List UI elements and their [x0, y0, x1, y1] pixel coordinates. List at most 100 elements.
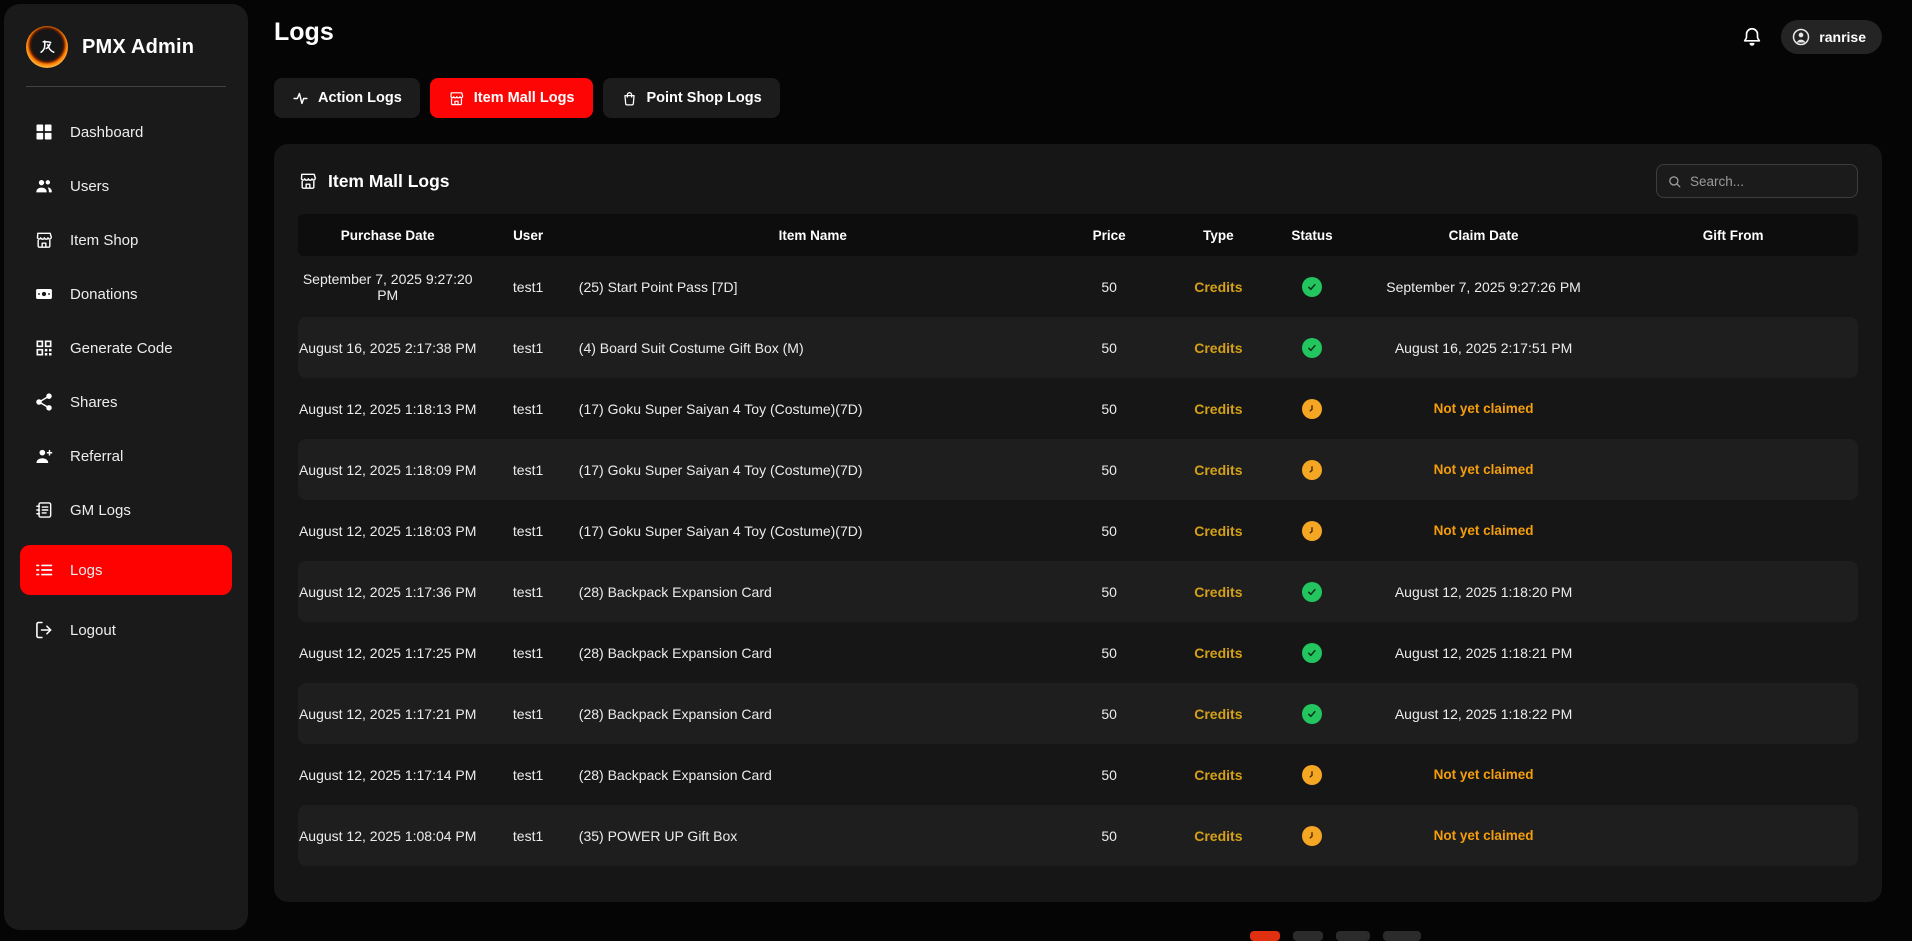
column-header-user: User	[477, 214, 578, 256]
tab-item-mall-logs[interactable]: Item Mall Logs	[430, 78, 593, 118]
cell-item-name: (28) Backpack Expansion Card	[579, 683, 1047, 744]
sidebar-item-generate-code[interactable]: Generate Code	[20, 329, 232, 367]
cell-purchase-date: August 12, 2025 1:18:09 PM	[298, 439, 477, 500]
cell-item-name: (17) Goku Super Saiyan 4 Toy (Costume)(7…	[579, 500, 1047, 561]
cell-purchase-date: September 7, 2025 9:27:20 PM	[298, 256, 477, 317]
notifications-bell-icon[interactable]	[1741, 26, 1763, 48]
share-icon	[34, 392, 54, 412]
sidebar-item-shares[interactable]: Shares	[20, 383, 232, 421]
panel-header: Item Mall Logs	[298, 164, 1858, 198]
table-row: August 12, 2025 1:17:25 PMtest1(28) Back…	[298, 622, 1858, 683]
cell-purchase-date: August 12, 2025 1:17:25 PM	[298, 622, 477, 683]
search-input[interactable]	[1690, 174, 1847, 189]
cell-type: Credits	[1172, 744, 1266, 805]
sidebar-item-referral[interactable]: Referral	[20, 437, 232, 475]
tab-action-logs[interactable]: Action Logs	[274, 78, 420, 118]
cell-status	[1265, 622, 1359, 683]
column-header-gift-from: Gift From	[1608, 214, 1858, 256]
cell-type: Credits	[1172, 683, 1266, 744]
cell-gift-from	[1608, 500, 1858, 561]
cell-status	[1265, 805, 1359, 866]
sidebar-item-item-shop[interactable]: Item Shop	[20, 221, 232, 259]
cell-price: 50	[1047, 683, 1172, 744]
cell-user: test1	[477, 561, 578, 622]
cell-claim-date: September 7, 2025 9:27:26 PM	[1359, 256, 1609, 317]
cell-gift-from	[1608, 317, 1858, 378]
sidebar-item-logout[interactable]: Logout	[20, 611, 232, 649]
cell-purchase-date: August 12, 2025 1:17:21 PM	[298, 683, 477, 744]
cell-user: test1	[477, 683, 578, 744]
status-pending-clock-icon	[1302, 765, 1322, 785]
cell-gift-from	[1608, 378, 1858, 439]
user-menu[interactable]: ranrise	[1781, 20, 1882, 54]
column-header-type: Type	[1172, 214, 1266, 256]
cell-type: Credits	[1172, 561, 1266, 622]
status-claimed-check-icon	[1302, 277, 1322, 297]
notebook-icon	[34, 500, 54, 520]
cell-claim-date: Not yet claimed	[1359, 744, 1609, 805]
brand-header: PMX Admin	[4, 4, 248, 86]
user-avatar-icon	[1791, 27, 1811, 47]
status-pending-clock-icon	[1302, 460, 1322, 480]
table-header-row: Purchase DateUserItem NamePriceTypeStatu…	[298, 214, 1858, 256]
status-pending-clock-icon	[1302, 399, 1322, 419]
cell-status	[1265, 561, 1359, 622]
status-claimed-check-icon	[1302, 338, 1322, 358]
cell-type: Credits	[1172, 256, 1266, 317]
cell-gift-from	[1608, 439, 1858, 500]
sidebar-item-label: Shares	[70, 394, 118, 411]
sidebar-item-label: GM Logs	[70, 502, 131, 519]
sidebar-item-label: Dashboard	[70, 124, 143, 141]
cell-claim-date: August 12, 2025 1:18:20 PM	[1359, 561, 1609, 622]
cell-status	[1265, 683, 1359, 744]
sidebar-item-dashboard[interactable]: Dashboard	[20, 113, 232, 151]
cell-gift-from	[1608, 256, 1858, 317]
shopping-bag-icon	[621, 90, 638, 107]
sidebar-item-label: Logout	[70, 622, 116, 639]
sidebar-item-users[interactable]: Users	[20, 167, 232, 205]
cell-status	[1265, 378, 1359, 439]
qr-code-icon	[34, 338, 54, 358]
item-mall-logs-panel: Item Mall Logs Purchase DateUserItem Nam…	[274, 144, 1882, 902]
column-header-item-name: Item Name	[579, 214, 1047, 256]
sidebar-item-label: Donations	[70, 286, 138, 303]
column-header-purchase-date: Purchase Date	[298, 214, 477, 256]
pagination-bar-active[interactable]	[1250, 931, 1280, 941]
cell-item-name: (35) POWER UP Gift Box	[579, 805, 1047, 866]
users-icon	[34, 176, 54, 196]
cell-claim-date: August 12, 2025 1:18:22 PM	[1359, 683, 1609, 744]
table-row: August 12, 2025 1:08:04 PMtest1(35) POWE…	[298, 805, 1858, 866]
cell-status	[1265, 256, 1359, 317]
sidebar-item-donations[interactable]: Donations	[20, 275, 232, 313]
pagination-bar[interactable]	[1336, 931, 1370, 941]
sidebar-item-gm-logs[interactable]: GM Logs	[20, 491, 232, 529]
cell-user: test1	[477, 744, 578, 805]
cell-claim-date: Not yet claimed	[1359, 439, 1609, 500]
cell-status	[1265, 500, 1359, 561]
cell-user: test1	[477, 439, 578, 500]
pagination-bar[interactable]	[1293, 931, 1323, 941]
pagination-bar[interactable]	[1383, 931, 1421, 941]
cell-user: test1	[477, 805, 578, 866]
cell-price: 50	[1047, 439, 1172, 500]
cell-price: 50	[1047, 744, 1172, 805]
sidebar: PMX Admin Dashboard Users Item Shop Donatio…	[4, 4, 248, 930]
sidebar-item-logs[interactable]: Logs	[20, 545, 232, 595]
brand-logo-icon	[26, 26, 68, 68]
table-row: August 12, 2025 1:17:14 PMtest1(28) Back…	[298, 744, 1858, 805]
cell-user: test1	[477, 256, 578, 317]
page-title: Logs	[274, 18, 334, 47]
cell-type: Credits	[1172, 378, 1266, 439]
cell-item-name: (17) Goku Super Saiyan 4 Toy (Costume)(7…	[579, 439, 1047, 500]
cell-price: 50	[1047, 256, 1172, 317]
cell-price: 50	[1047, 561, 1172, 622]
logs-table: Purchase DateUserItem NamePriceTypeStatu…	[298, 214, 1858, 866]
cell-item-name: (28) Backpack Expansion Card	[579, 744, 1047, 805]
activity-icon	[292, 90, 309, 107]
cell-claim-date: Not yet claimed	[1359, 378, 1609, 439]
store-icon	[448, 90, 465, 107]
status-claimed-check-icon	[1302, 582, 1322, 602]
cell-user: test1	[477, 622, 578, 683]
tab-point-shop-logs[interactable]: Point Shop Logs	[603, 78, 780, 118]
cell-gift-from	[1608, 805, 1858, 866]
